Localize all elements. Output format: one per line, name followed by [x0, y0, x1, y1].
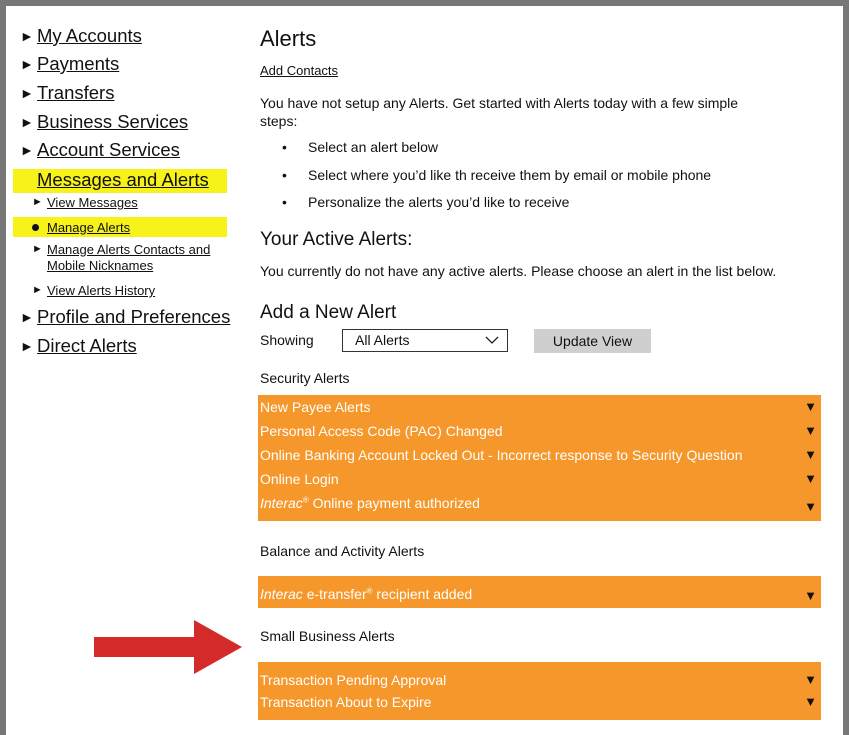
balance-alerts-label: Balance and Activity Alerts [260, 543, 425, 559]
alert-filter-select[interactable]: All Alerts [342, 329, 508, 352]
expand-icon[interactable]: ▼ [804, 495, 817, 519]
alert-row-etransfer-recipient[interactable]: Interac e-transfer® recipient added ▼ [258, 576, 821, 608]
active-alerts-text: You currently do not have any active ale… [260, 263, 777, 279]
expand-icon[interactable]: ▼ [804, 419, 817, 443]
sub-label[interactable]: View Alerts History [47, 283, 155, 298]
sub-label[interactable]: Mobile Nicknames [47, 258, 153, 273]
bullet-item: • Select where you’d like th receive them… [282, 167, 712, 183]
red-arrow-annotation [94, 620, 242, 674]
balance-alerts-list: Interac e-transfer® recipient added ▼ [258, 576, 821, 608]
update-view-button[interactable]: Update View [534, 329, 651, 353]
expand-icon[interactable]: ▼ [804, 467, 817, 491]
alert-row-pac-changed[interactable]: Personal Access Code (PAC) Changed ▼ [258, 419, 821, 443]
expand-icon[interactable]: ▼ [804, 395, 817, 419]
small-business-alerts-label: Small Business Alerts [260, 628, 395, 644]
expand-icon[interactable]: ▼ [804, 443, 817, 467]
nav-label[interactable]: Profile and Preferences [37, 306, 230, 328]
small-business-alerts-list: Transaction Pending Approval ▼ Transactio… [258, 662, 821, 720]
nav-account-services[interactable]: ► Account Services [20, 139, 180, 161]
nav-label[interactable]: My Accounts [37, 25, 142, 47]
triangle-right-icon: ► [20, 114, 34, 130]
nav-business-services[interactable]: ► Business Services [20, 111, 188, 133]
sub-view-messages[interactable]: ► View Messages [32, 195, 138, 210]
security-alerts-list: New Payee Alerts ▼ Personal Access Code (… [258, 395, 821, 521]
nav-label[interactable]: Business Services [37, 111, 188, 133]
intro-text: You have not setup any Alerts. Get start… [260, 95, 739, 111]
alert-row-locked-out[interactable]: Online Banking Account Locked Out - Inco… [258, 443, 821, 467]
alert-row-about-to-expire[interactable]: Transaction About to Expire ▼ [258, 690, 821, 720]
alert-row-online-login[interactable]: Online Login ▼ [258, 467, 821, 491]
sub-manage-contacts[interactable]: ► Manage Alerts Contacts and Mobile Nickna… [32, 242, 210, 274]
active-alerts-heading: Your Active Alerts: [260, 229, 413, 250]
nav-payments[interactable]: ► Payments [20, 53, 119, 75]
bullet-item: • Select an alert below [282, 139, 438, 155]
nav-label[interactable]: Direct Alerts [37, 335, 137, 357]
intro-text-2: steps: [260, 113, 298, 129]
sub-label[interactable]: Manage Alerts [47, 220, 130, 235]
chevron-down-icon [485, 336, 499, 344]
alert-row-interac-online[interactable]: Interac® Online payment authorized ▼ [258, 491, 821, 521]
triangle-right-icon: ► [20, 85, 34, 101]
expand-icon[interactable]: ▼ [804, 690, 817, 714]
page-frame: ► My Accounts ► Payments ► Transfers ► Busin… [6, 6, 843, 735]
triangle-right-icon: ► [32, 196, 43, 208]
triangle-right-icon: ► [32, 284, 43, 296]
page-title: Alerts [260, 26, 317, 51]
nav-label[interactable]: Payments [37, 53, 119, 75]
sub-view-alerts-history[interactable]: ► View Alerts History [32, 283, 155, 298]
nav-label[interactable]: Messages and Alerts [37, 169, 209, 191]
select-value: All Alerts [355, 332, 410, 348]
nav-profile-preferences[interactable]: ► Profile and Preferences [20, 306, 230, 328]
add-contacts-link[interactable]: Add Contacts [260, 63, 338, 78]
nav-transfers[interactable]: ► Transfers [20, 82, 114, 104]
triangle-right-icon: ► [20, 28, 34, 44]
sub-manage-alerts[interactable]: Manage Alerts [13, 217, 227, 237]
nav-my-accounts[interactable]: ► My Accounts [20, 25, 142, 47]
security-alerts-label: Security Alerts [260, 370, 350, 386]
showing-label: Showing [260, 332, 314, 348]
bullet-dot-icon [32, 223, 39, 231]
alert-row-new-payee[interactable]: New Payee Alerts ▼ [258, 395, 821, 419]
nav-label[interactable]: Transfers [37, 82, 114, 104]
sub-label[interactable]: View Messages [47, 195, 138, 210]
triangle-right-icon: ► [20, 142, 34, 158]
nav-messages-and-alerts[interactable]: Messages and Alerts [13, 169, 227, 193]
nav-label[interactable]: Account Services [37, 139, 180, 161]
sub-label[interactable]: Manage Alerts Contacts and [47, 242, 210, 257]
expand-icon[interactable]: ▼ [804, 580, 817, 612]
triangle-right-icon: ► [20, 309, 34, 325]
add-alert-heading: Add a New Alert [260, 302, 397, 323]
alert-row-pending-approval[interactable]: Transaction Pending Approval ▼ [258, 662, 821, 690]
nav-direct-alerts[interactable]: ► Direct Alerts [20, 335, 137, 357]
triangle-right-icon: ► [20, 56, 34, 72]
triangle-right-icon: ► [32, 243, 43, 255]
triangle-right-icon: ► [20, 338, 34, 354]
bullet-item: • Personalize the alerts you’d like to re… [282, 194, 570, 210]
